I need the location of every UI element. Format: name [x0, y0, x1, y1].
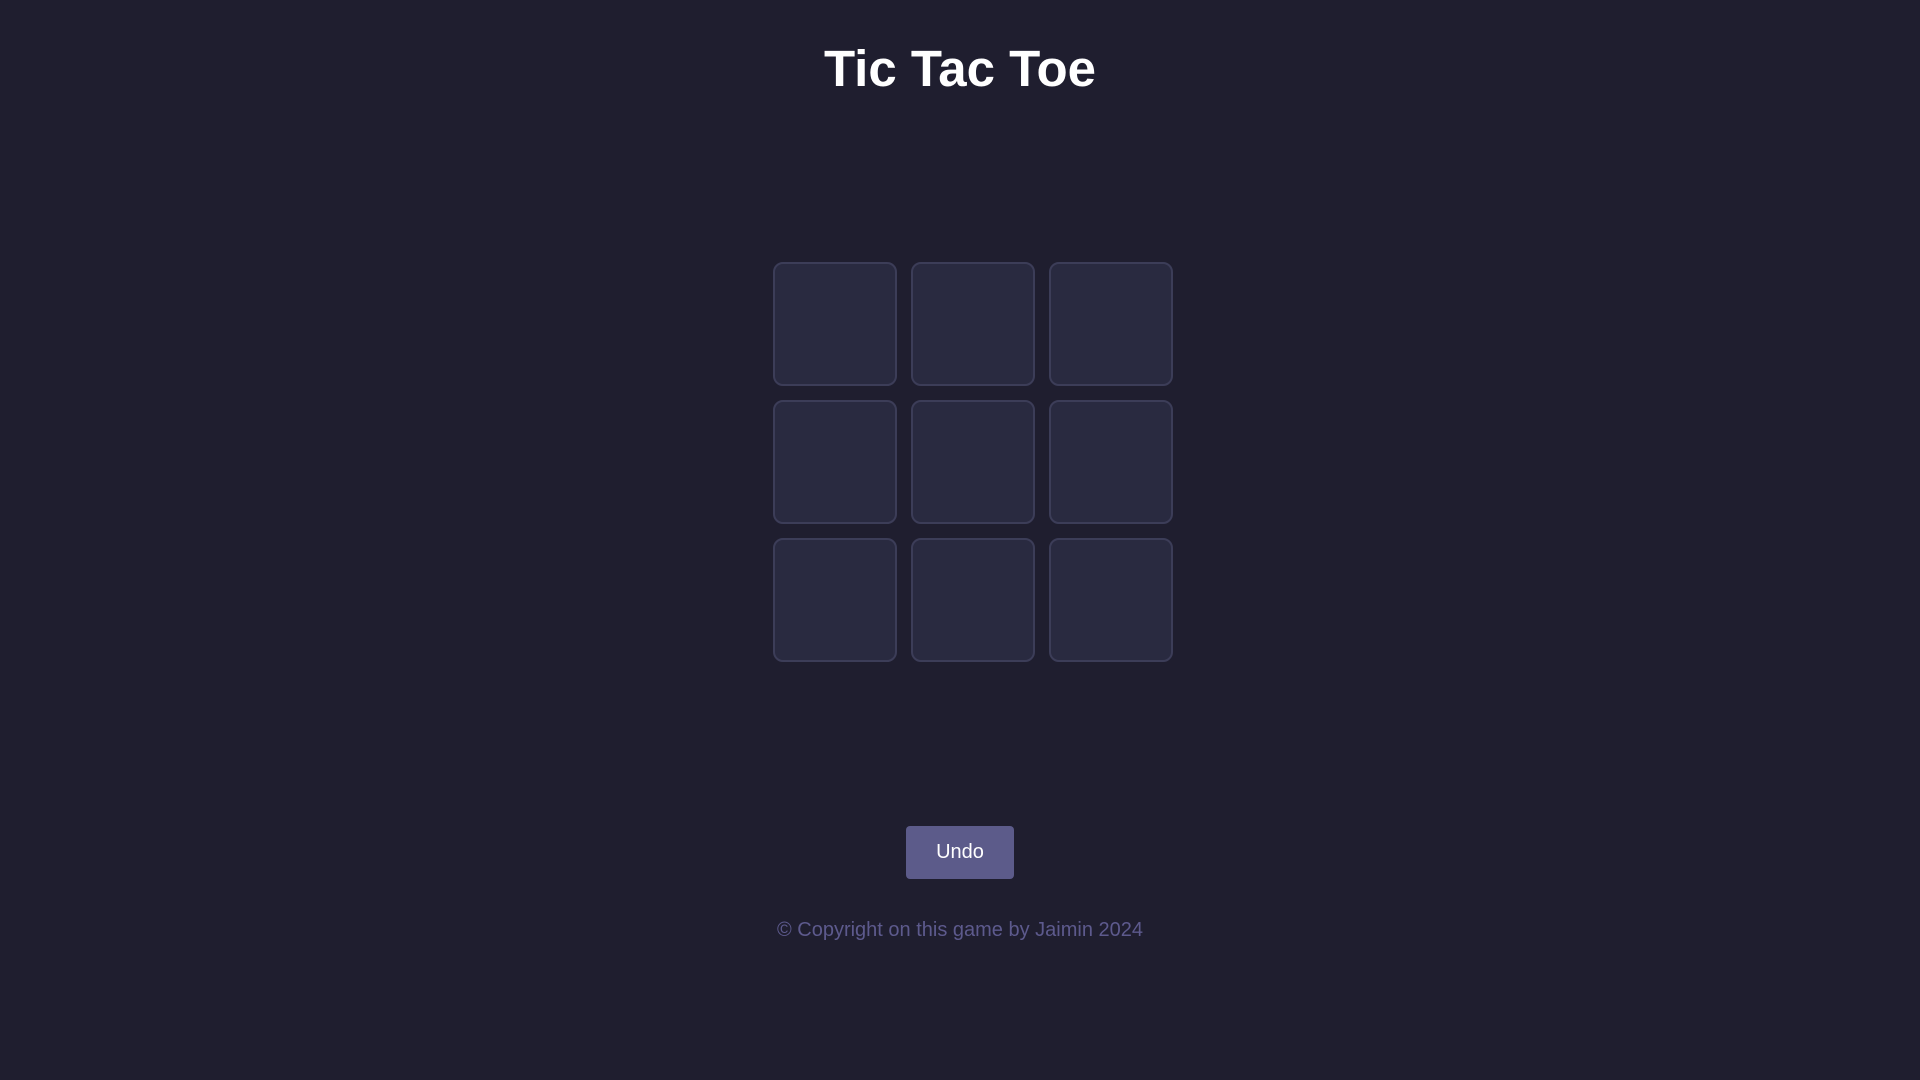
board-cell-3[interactable]: [1049, 262, 1173, 386]
board-cell-2[interactable]: [911, 262, 1035, 386]
copyright-footer: © Copyright on this game by Jaimin 2024: [776, 919, 1144, 941]
undo-button[interactable]: Undo: [906, 826, 1014, 879]
board-cell-6[interactable]: [1049, 400, 1173, 524]
board-cell-7[interactable]: [773, 538, 897, 662]
game-page: Tic Tac Toe Undo © Copyright on this gam…: [0, 0, 1920, 1080]
board-cell-5[interactable]: [911, 400, 1035, 524]
board-cell-4[interactable]: [773, 400, 897, 524]
game-board: [773, 262, 1173, 662]
board-cell-8[interactable]: [911, 538, 1035, 662]
board-cell-9[interactable]: [1049, 538, 1173, 662]
board-cell-1[interactable]: [773, 262, 897, 386]
page-title: Tic Tac Toe: [823, 40, 1097, 97]
